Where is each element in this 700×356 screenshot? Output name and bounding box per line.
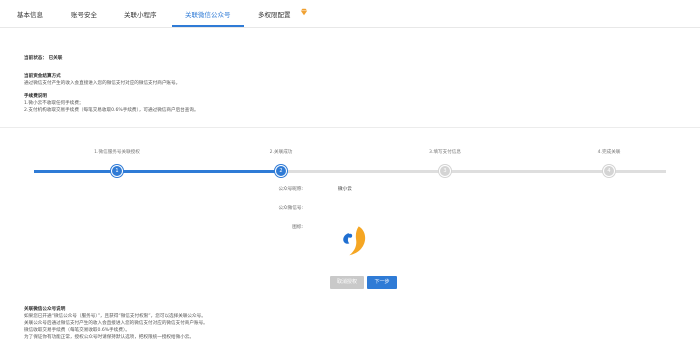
tab-bar: 基本信息 账号安全 关联小程序 关联微信公众号 多权限配置 [0,0,700,28]
notes-title: 关联微信公众号说明 [24,307,66,312]
settlement-title: 当前资金结算方式 [24,74,61,79]
notes-line-2: 关联公众号后通过微信支付产生的收入会直接进入您的微信支付对应的微信支付商户账号。 [24,321,208,326]
account-name-label: 公众号昵称: [278,187,303,192]
account-wechat-label: 公众微信号: [278,206,303,211]
step-dot-2: 2 [275,165,287,177]
active-tab-indicator [172,25,244,27]
notes-line-4: 为了保证你有功能正常，授权公众号时请保持默认选项，把权限统一授权给微小云。 [24,335,194,340]
notes-line-3: 微信收取交易手续费（每笔交易收取0.6%手续费）。 [24,328,130,333]
settlement-desc: 通过微信支付产生的收入会直接进入您的微信支付对应的微信支付商户账号。 [24,81,181,86]
tab-account-security[interactable]: 账号安全 [71,9,97,19]
fee-title: 手续费说明 [24,94,47,99]
step-label-3: 3.填写支付信息 [429,150,461,155]
step-dot-1: 1 [111,165,123,177]
tab-permissions[interactable]: 多权限配置 [258,9,291,19]
divider [0,127,700,128]
progress-track-complete [34,170,281,173]
account-logo-icon [343,226,366,256]
step-label-2: 2.关联成功 [269,150,293,155]
cancel-authorization-button[interactable]: 取消授权 [330,276,364,289]
step-label-4: 4.完成关联 [597,150,621,155]
tab-basic-info[interactable]: 基本信息 [17,9,43,19]
next-step-button[interactable]: 下一步 [367,276,397,289]
step-dot-4: 4 [603,165,615,177]
account-name-value: 微小云 [338,187,352,192]
step-dot-3: 3 [439,165,451,177]
diamond-icon [300,8,308,16]
fee-line-2: 2.支付机构收取交易手续费（每笔交易收取0.6%手续费），可通过微信商户后台查询… [24,108,199,113]
notes-line-1: 如果您已开通“微信公众号（服务号）”，且获得“微信支付权限”，您可以选择关联公众… [24,314,206,319]
tab-wechat-official-account[interactable]: 关联微信公众号 [185,9,231,19]
tab-mini-program[interactable]: 关联小程序 [124,9,157,19]
account-icon-label: 图标: [292,225,303,230]
current-status: 当前状态： 已关联 [24,56,63,61]
step-label-1: 1.微信服务号关联授权 [94,150,140,155]
fee-line-1: 1.微小云不收取任何手续费； [24,101,84,106]
